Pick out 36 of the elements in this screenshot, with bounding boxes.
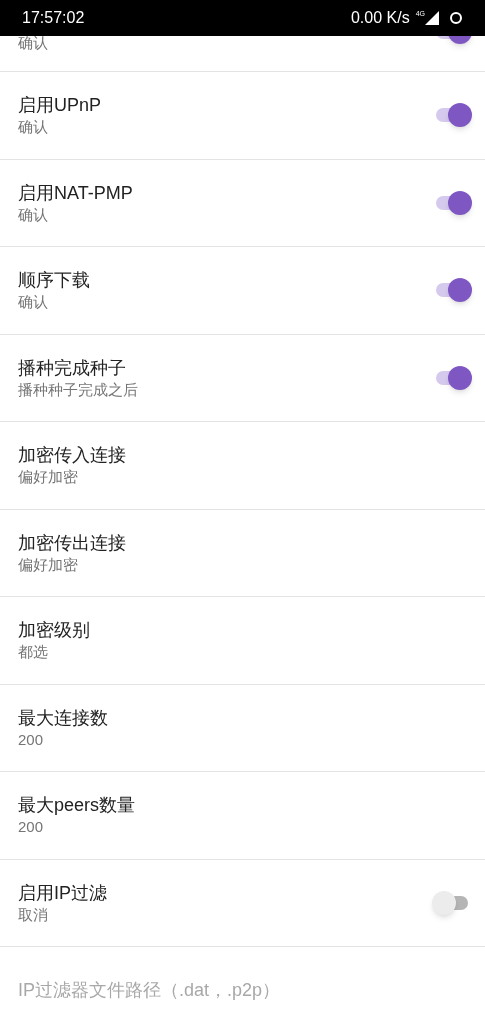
setting-subtitle: 偏好加密 [18,467,79,488]
setting-title: 启用NAT-PMP [18,181,134,205]
setting-row[interactable]: 最大连接数 200 [0,684,485,772]
signal-icon [425,11,439,25]
loading-icon [449,11,463,25]
setting-row[interactable]: 启用UPnP 确认 [0,72,485,160]
setting-row[interactable]: 加密级别 都选 [0,597,485,685]
setting-title: 顺序下载 [18,269,91,293]
setting-subtitle: 确认 [18,36,48,53]
setting-title: 加密级别 [18,619,91,643]
setting-row[interactable]: 启用NAT-PMP 确认 [0,159,485,247]
setting-title: 启用UPnP [18,94,103,118]
setting-title: 播种完成种子 [18,356,127,380]
setting-row[interactable]: 加密传入连接 偏好加密 [0,422,485,510]
setting-row[interactable]: 播种完成种子 播种种子完成之后 [0,334,485,422]
network-speed: 0.00 K/s [350,8,410,28]
setting-title: 加密传入连接 [18,444,127,468]
setting-subtitle: 200 [18,729,45,750]
setting-subtitle: 取消 [18,904,49,925]
setting-subtitle: 确认 [18,204,49,225]
setting-title: 启用IP过滤 [18,881,108,905]
setting-subtitle: 确认 [18,292,49,313]
setting-subtitle: 200 [18,817,45,838]
setting-subtitle: 偏好加密 [18,554,79,575]
setting-row[interactable]: 最大peers数量 200 [0,772,485,860]
clock: 17:57:02 [22,8,85,28]
setting-subtitle: 播种种子完成之后 [18,379,139,400]
setting-title: 最大peers数量 [18,794,137,818]
setting-subtitle: 确认 [18,117,49,138]
setting-row[interactable]: 顺序下载 确认 [0,247,485,335]
setting-title: 最大连接数 [18,706,109,730]
setting-title: 加密传出连接 [18,531,127,555]
setting-row[interactable]: 加密传出连接 偏好加密 [0,509,485,597]
setting-row[interactable]: 启用IP过滤 取消 [0,859,485,947]
setting-title: IP过滤器文件路径（.dat，.p2p） [18,979,282,1003]
setting-subtitle: 都选 [18,642,49,663]
